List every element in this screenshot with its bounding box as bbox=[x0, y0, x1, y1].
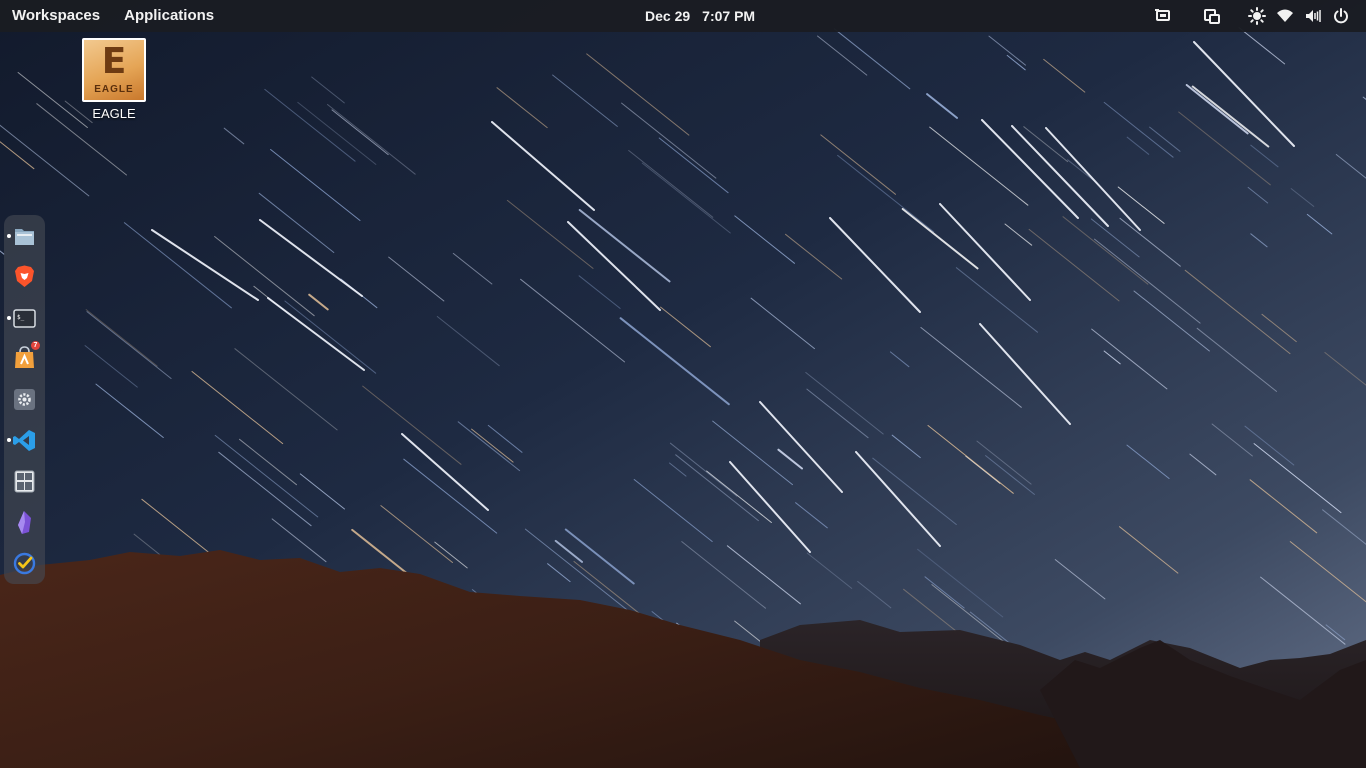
eagle-tile-letter: E bbox=[101, 41, 127, 82]
appcenter-update-badge: 7 bbox=[31, 341, 40, 350]
dock: $_ 7 bbox=[4, 215, 45, 584]
volume-icon[interactable] bbox=[1304, 7, 1322, 25]
panel-left: Workspaces Applications bbox=[0, 0, 226, 32]
eagle-app-icon: E EAGLE bbox=[82, 38, 146, 102]
dock-item-vscode[interactable] bbox=[12, 428, 37, 453]
svg-text:$_: $_ bbox=[17, 314, 25, 321]
running-indicator-files bbox=[7, 234, 11, 238]
dock-item-files[interactable] bbox=[12, 224, 37, 249]
power-icon[interactable] bbox=[1332, 7, 1350, 25]
screen-rotate-icon[interactable] bbox=[1203, 7, 1221, 25]
desktop-wallpaper bbox=[0, 0, 1366, 768]
wifi-icon[interactable] bbox=[1276, 7, 1294, 25]
dock-item-settings[interactable] bbox=[12, 387, 37, 412]
folder-icon bbox=[15, 229, 34, 245]
time-label: 7:07 PM bbox=[702, 8, 756, 24]
dock-item-obsidian[interactable] bbox=[12, 510, 37, 535]
terminal-icon: $_ bbox=[13, 309, 36, 328]
obsidian-crystal-icon bbox=[18, 511, 31, 534]
screen-share-icon[interactable] bbox=[1154, 7, 1172, 25]
check-circle-icon bbox=[13, 552, 36, 575]
brightness-icon[interactable] bbox=[1248, 7, 1266, 25]
desktop-icon-label: EAGLE bbox=[92, 106, 136, 121]
brave-lion-icon bbox=[15, 265, 34, 287]
dock-item-tasks[interactable] bbox=[12, 551, 37, 576]
date-label: Dec 29 bbox=[645, 8, 691, 24]
running-indicator-vscode bbox=[7, 438, 11, 442]
eagle-tile-word: EAGLE bbox=[94, 84, 134, 95]
dock-item-brave[interactable] bbox=[12, 264, 37, 289]
dock-item-calculator[interactable] bbox=[12, 469, 37, 494]
dock-item-appcenter[interactable]: 7 bbox=[12, 341, 40, 371]
gear-icon bbox=[14, 389, 35, 410]
running-indicator-terminal bbox=[7, 316, 11, 320]
applications-menu-button[interactable]: Applications bbox=[112, 0, 226, 32]
workspaces-button[interactable]: Workspaces bbox=[0, 0, 112, 32]
vscode-icon bbox=[13, 430, 35, 451]
desktop-icon-eagle[interactable]: E EAGLE EAGLE bbox=[78, 36, 150, 128]
dock-item-terminal[interactable]: $_ bbox=[12, 306, 37, 331]
calculator-icon bbox=[14, 470, 35, 493]
datetime-indicator[interactable]: Dec 29 7:07 PM bbox=[645, 0, 755, 32]
top-panel: Workspaces Applications Dec 29 7:07 PM bbox=[0, 0, 1366, 32]
system-tray bbox=[1150, 0, 1360, 32]
